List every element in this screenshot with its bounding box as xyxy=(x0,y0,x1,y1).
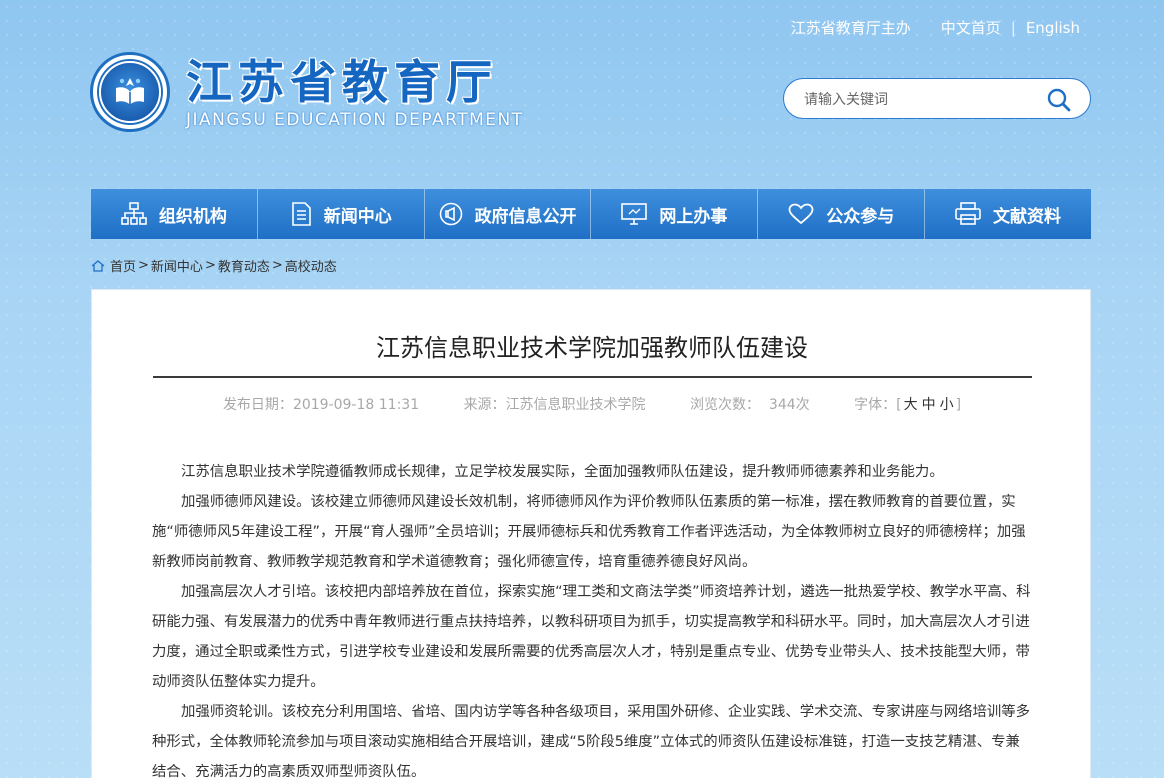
font-bracket-open: [ xyxy=(896,397,902,413)
monitor-icon xyxy=(621,203,648,225)
site-logo[interactable]: 江苏省教育厅 JIANGSU EDUCATION DEPARTMENT xyxy=(90,52,524,132)
breadcrumb-separator: > xyxy=(271,258,283,273)
publish-date: 发布日期：2019-09-18 11:31 xyxy=(223,397,424,413)
document-icon xyxy=(290,202,312,226)
article-body: 江苏信息职业技术学院遵循教师成长规律，立足学校发展实际，全面加强教师队伍建设，提… xyxy=(152,457,1034,778)
article-paragraph: 加强师资轮训。该校充分利用国培、省培、国内访学等各种各级项目，采用国外研修、企业… xyxy=(152,704,1031,778)
publish-value: 2019-09-18 11:31 xyxy=(292,397,420,413)
emblem-icon xyxy=(90,52,170,132)
nav-item-organization[interactable]: 组织机构 xyxy=(91,189,258,239)
link-separator: | xyxy=(1010,18,1016,37)
main-nav: 组织机构 新闻中心 政府信息公开 网上办事 公众参与 文献资料 xyxy=(91,189,1091,239)
nav-label: 网上办事 xyxy=(659,206,728,227)
org-chart-icon xyxy=(121,202,147,226)
sponsor-text: 江苏省教育厅主办 xyxy=(790,19,911,37)
views-label: 浏览次数： xyxy=(690,397,761,413)
nav-item-news[interactable]: 新闻中心 xyxy=(258,189,425,239)
nav-label: 公众参与 xyxy=(826,206,895,227)
nav-label: 政府信息公开 xyxy=(474,206,577,227)
nav-label: 新闻中心 xyxy=(323,206,392,227)
font-label: 字体： xyxy=(854,397,897,413)
source-label: 来源： xyxy=(463,397,506,413)
logo-chinese-title: 江苏省教育厅 xyxy=(186,55,498,109)
printer-icon xyxy=(955,202,981,226)
article-panel: 江苏信息职业技术学院加强教师队伍建设 发布日期：2019-09-18 11:31… xyxy=(91,289,1091,778)
font-large-button[interactable]: 大 xyxy=(904,397,918,413)
home-icon xyxy=(91,259,105,272)
article-title: 江苏信息职业技术学院加强教师队伍建设 xyxy=(376,334,808,362)
views-value: 344次 xyxy=(768,397,810,413)
search-box xyxy=(783,78,1091,119)
nav-item-gov-info[interactable]: 政府信息公开 xyxy=(425,189,592,239)
source: 来源：江苏信息职业技术学院 xyxy=(464,397,650,413)
nav-label: 文献资料 xyxy=(993,206,1062,227)
breadcrumb-separator: > xyxy=(204,258,216,273)
search-input[interactable] xyxy=(804,90,1044,107)
search-icon[interactable] xyxy=(1046,87,1072,117)
article-meta: 发布日期：2019-09-18 11:31 来源：江苏信息职业技术学院 浏览次数… xyxy=(92,394,1092,414)
breadcrumb-college[interactable]: 高校动态 xyxy=(285,256,337,275)
font-small-button[interactable]: 小 xyxy=(940,397,954,413)
announcement-icon xyxy=(439,202,463,226)
article-paragraph: 江苏信息职业技术学院遵循教师成长规律，立足学校发展实际，全面加强教师队伍建设，提… xyxy=(181,464,944,480)
logo-english-title: JIANGSU EDUCATION DEPARTMENT xyxy=(186,110,524,130)
publish-label: 发布日期： xyxy=(222,397,293,413)
breadcrumb: 首页 > 新闻中心 > 教育动态 > 高校动态 xyxy=(91,256,337,275)
breadcrumb-separator: > xyxy=(138,258,149,273)
article-paragraph: 加强师德师风建设。该校建立师德师风建设长效机制，将师德师风作为评价教师队伍素质的… xyxy=(152,494,1026,570)
font-medium-button[interactable]: 中 xyxy=(922,397,936,413)
font-bracket-close: ] xyxy=(955,397,962,413)
heart-icon xyxy=(788,203,814,225)
chinese-home-link[interactable]: 中文首页 xyxy=(941,17,1001,38)
breadcrumb-home[interactable]: 首页 xyxy=(110,256,136,275)
breadcrumb-news[interactable]: 新闻中心 xyxy=(151,256,203,275)
english-link[interactable]: English xyxy=(1026,19,1080,37)
article-paragraph: 加强高层次人才引培。该校把内部培养放在首位，探索实施“理工类和文商法学类”师资培… xyxy=(152,584,1031,690)
nav-label: 组织机构 xyxy=(158,206,227,227)
font-size-control: 字体：[大中小] xyxy=(854,397,961,413)
nav-item-public-participation[interactable]: 公众参与 xyxy=(758,189,926,239)
title-divider xyxy=(153,376,1032,378)
nav-item-online-service[interactable]: 网上办事 xyxy=(591,189,759,239)
top-links: 江苏省教育厅主办 中文首页 | English xyxy=(791,17,1080,38)
breadcrumb-edu[interactable]: 教育动态 xyxy=(218,256,270,275)
source-value: 江苏信息职业技术学院 xyxy=(505,397,646,413)
nav-item-documents[interactable]: 文献资料 xyxy=(925,189,1091,239)
views: 浏览次数： 344次 xyxy=(690,397,814,413)
